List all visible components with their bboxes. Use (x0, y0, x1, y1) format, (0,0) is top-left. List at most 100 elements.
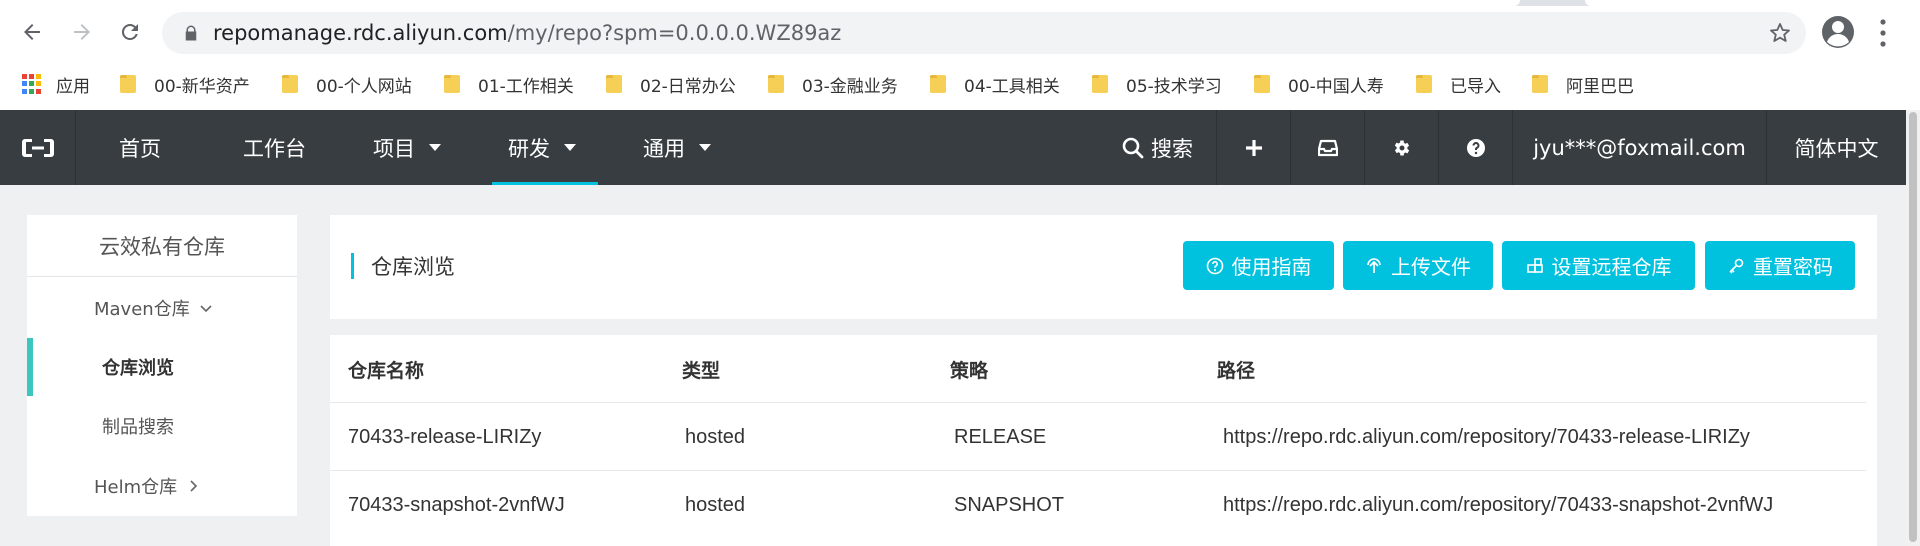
repo-path-cell: https://repo.rdc.aliyun.com/repository/7… (1223, 425, 1750, 448)
folder-icon (1092, 75, 1108, 93)
column-header: 仓库名称 (348, 359, 425, 382)
repo-table: 仓库名称 类型 策略 路径 70433-release-LIRIZy hoste… (330, 335, 1877, 546)
browser-menu-icon[interactable] (1876, 18, 1890, 48)
page-scrollbar[interactable] (1906, 110, 1920, 546)
bookmark-folder[interactable]: 04-工具相关 (930, 70, 1060, 98)
chevron-down-icon (200, 305, 212, 313)
table-row[interactable]: 70433-snapshot-2vnfWJ hosted SNAPSHOT ht… (330, 471, 1866, 539)
active-nav-indicator (492, 182, 598, 185)
nav-home[interactable]: 首页 (119, 110, 161, 185)
nav-search[interactable]: 搜索 (1098, 110, 1216, 185)
guide-button[interactable]: 使用指南 (1183, 241, 1334, 290)
nav-workbench[interactable]: 工作台 (243, 110, 306, 185)
nav-project[interactable]: 项目 (373, 110, 441, 185)
nav-general[interactable]: 通用 (643, 110, 711, 185)
bookmark-label: 01-工作相关 (478, 76, 574, 97)
folder-icon (444, 75, 460, 93)
bookmark-label: 已导入 (1450, 76, 1501, 97)
user-email: jyu***@foxmail.com (1533, 135, 1746, 160)
bookmark-folder[interactable]: 00-个人网站 (282, 70, 412, 98)
inbox-icon (1317, 139, 1338, 156)
folder-icon (282, 75, 298, 93)
nav-user[interactable]: jyu***@foxmail.com (1512, 110, 1766, 185)
button-label: 上传文件 (1391, 255, 1471, 279)
button-label: 设置远程仓库 (1551, 255, 1672, 279)
bookmark-apps[interactable]: 应用 (22, 70, 90, 98)
gear-icon (1394, 140, 1409, 155)
nav-label: 项目 (373, 136, 415, 161)
bookmark-folder[interactable]: 01-工作相关 (444, 70, 574, 98)
bookmark-folder[interactable]: 03-金融业务 (768, 70, 898, 98)
back-icon[interactable] (14, 14, 50, 50)
folder-icon (120, 75, 136, 93)
bookmark-folder[interactable]: 00-新华资产 (120, 70, 250, 98)
lock-icon[interactable] (182, 24, 200, 42)
nav-language[interactable]: 简体中文 (1766, 110, 1906, 185)
reset-password-button[interactable]: 重置密码 (1705, 241, 1855, 290)
nav-inbox[interactable] (1290, 110, 1364, 185)
url-text[interactable]: repomanage.rdc.aliyun.com/my/repo?spm=0.… (213, 21, 841, 45)
nav-label: 研发 (508, 136, 550, 161)
tab-strip (0, 0, 1920, 6)
bookmark-star-icon[interactable] (1768, 21, 1792, 45)
bookmark-folder[interactable]: 02-日常办公 (606, 70, 736, 98)
sidebar: 云效私有仓库 Maven仓库 仓库浏览 制品搜索 Helm仓库 (27, 215, 297, 516)
folder-icon (768, 75, 784, 93)
nav-settings[interactable] (1364, 110, 1438, 185)
button-label: 使用指南 (1231, 255, 1312, 279)
bookmark-label: 04-工具相关 (964, 76, 1060, 97)
sidebar-item-repo-browse[interactable]: 仓库浏览 (27, 338, 297, 396)
apps-grid-icon (22, 74, 42, 94)
help-circle-icon (1206, 257, 1223, 274)
nav-create[interactable] (1216, 110, 1290, 185)
remote-repo-button[interactable]: 设置远程仓库 (1502, 241, 1695, 290)
column-header: 策略 (950, 359, 989, 382)
bookmark-folder[interactable]: 05-技术学习 (1092, 70, 1222, 98)
address-bar[interactable]: repomanage.rdc.aliyun.com/my/repo?spm=0.… (162, 12, 1806, 54)
key-icon (1729, 258, 1744, 274)
caret-down-icon (429, 144, 441, 151)
folder-icon (930, 75, 946, 93)
page-title: 仓库浏览 (371, 255, 455, 279)
repo-type-cell: hosted (685, 493, 746, 516)
bookmark-folder[interactable]: 阿里巴巴 (1532, 70, 1634, 98)
scrollbar-thumb[interactable] (1909, 112, 1917, 542)
title-accent (351, 253, 354, 279)
repo-name-cell[interactable]: 70433-snapshot-2vnfWJ (348, 471, 565, 539)
bookmark-label: 03-金融业务 (802, 76, 898, 97)
repo-name-cell[interactable]: 70433-release-LIRIZy (348, 403, 541, 471)
chevron-right-icon (190, 480, 198, 492)
search-label: 搜索 (1151, 136, 1193, 161)
remote-repo-icon (1526, 257, 1543, 273)
nav-label: 通用 (643, 136, 685, 161)
bookmark-folder[interactable]: 00-中国人寿 (1254, 70, 1384, 98)
reload-icon[interactable] (112, 14, 148, 50)
nav-label: 首页 (119, 136, 161, 161)
nav-help[interactable] (1438, 110, 1512, 185)
table-row[interactable]: 70433-release-LIRIZy hosted RELEASE http… (330, 403, 1866, 471)
sidebar-item-helm[interactable]: Helm仓库 (27, 457, 297, 515)
repo-policy-cell: SNAPSHOT (954, 493, 1065, 516)
repo-path-cell: https://repo.rdc.aliyun.com/repository/7… (1223, 493, 1774, 516)
folder-icon (1254, 75, 1270, 93)
url-host: repomanage.rdc.aliyun.com (213, 21, 508, 45)
aliyun-logo-icon[interactable] (0, 110, 76, 185)
sidebar-item-artifact-search[interactable]: 制品搜索 (27, 397, 297, 455)
repo-policy-cell: RELEASE (954, 425, 1047, 448)
caret-down-icon (564, 144, 576, 151)
table-header-row: 仓库名称 类型 策略 路径 (330, 335, 1866, 403)
upload-button[interactable]: 上传文件 (1343, 241, 1493, 290)
sidebar-item-maven[interactable]: Maven仓库 (27, 279, 297, 337)
column-header: 路径 (1217, 359, 1256, 382)
repo-type-cell: hosted (685, 425, 746, 448)
caret-down-icon (699, 144, 711, 151)
folder-icon (1416, 75, 1432, 93)
bookmark-label: 00-个人网站 (316, 76, 412, 97)
forward-icon[interactable] (64, 14, 100, 50)
profile-avatar-icon[interactable] (1820, 14, 1856, 50)
sidebar-item-label: Helm仓库 (94, 477, 178, 498)
sidebar-title: 云效私有仓库 (27, 215, 297, 277)
bookmark-label: 02-日常办公 (640, 76, 736, 97)
bookmark-folder[interactable]: 已导入 (1416, 70, 1501, 98)
nav-develop[interactable]: 研发 (508, 110, 576, 185)
